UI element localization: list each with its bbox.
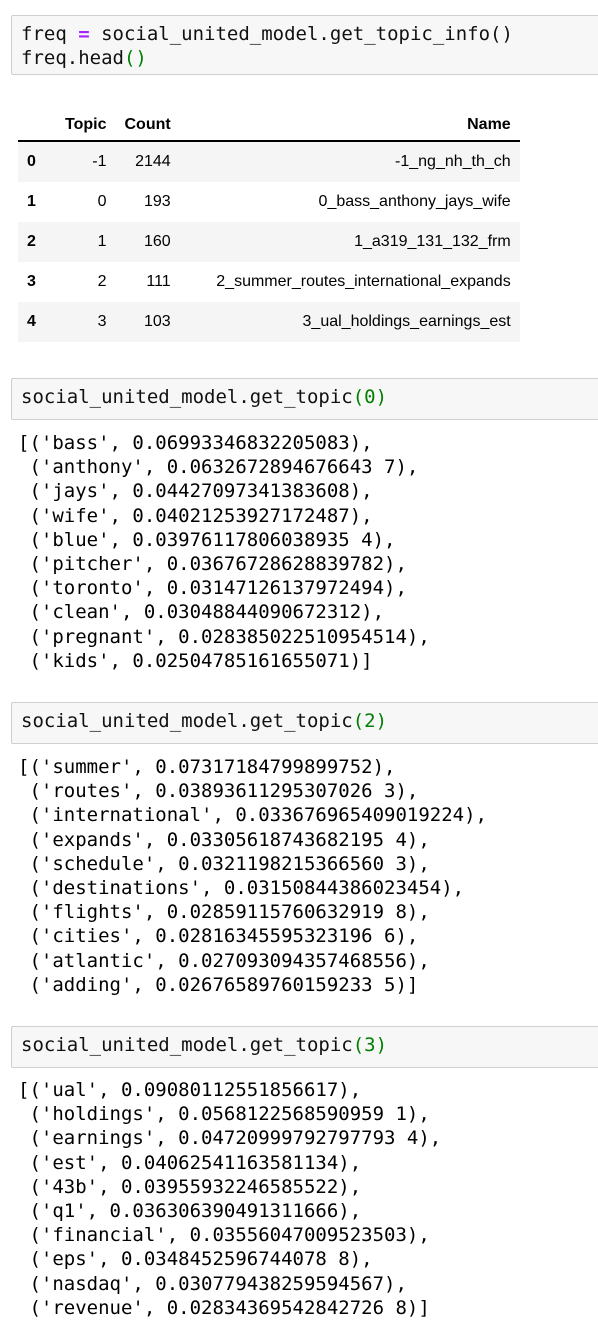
code-cell-topic-info[interactable]: freq = social_united_model.get_topic_inf…	[11, 15, 598, 75]
code-text: social_united_model.get_topic_info()	[89, 23, 513, 45]
table-cell: 103	[143, 313, 171, 330]
output-topic-0: [('bass', 0.06993346832205083), ('anthon…	[18, 432, 430, 672]
code-text: social_united_model.get_topic	[21, 710, 353, 732]
table-cell: -1_ng_nh_th_ch	[395, 153, 511, 170]
code-operator: =	[78, 23, 90, 45]
row-index: 0	[27, 153, 36, 170]
code-argument: (2)	[352, 710, 388, 732]
table-row: 3 2 111 2_summer_routes_international_ex…	[18, 262, 520, 302]
table-cell: 3	[97, 313, 107, 330]
column-header: Topic	[56, 116, 116, 142]
table-cell: 1_a319_131_132_frm	[354, 233, 511, 250]
code-cell-get-topic-2[interactable]: social_united_model.get_topic(2)	[11, 702, 598, 744]
column-header: Count	[115, 116, 180, 142]
table-cell: 1	[97, 233, 107, 250]
table-cell: 2144	[135, 153, 171, 170]
code-argument: (0)	[352, 386, 388, 408]
table-cell: 111	[146, 273, 171, 290]
table-row: 2 1 160 1_a319_131_132_frm	[18, 222, 520, 262]
table-cell: 2_summer_routes_international_expands	[216, 273, 511, 290]
code-text: social_united_model.get_topic	[21, 386, 353, 408]
table-cell: 160	[143, 233, 171, 250]
code-cell-get-topic-0[interactable]: social_united_model.get_topic(0)	[11, 378, 598, 420]
column-header	[18, 116, 56, 142]
table-cell: 0_bass_anthony_jays_wife	[318, 193, 511, 210]
table-cell: 2	[97, 273, 107, 290]
row-index: 2	[27, 233, 36, 250]
column-header: Name	[179, 116, 520, 142]
table-cell: 193	[143, 193, 171, 210]
code-text: freq	[21, 23, 79, 45]
table-cell: 3_ual_holdings_earnings_est	[302, 313, 511, 330]
code-text: social_united_model.get_topic	[21, 1034, 353, 1056]
code-paren: ()	[123, 47, 147, 69]
table-cell: -1	[92, 153, 107, 170]
code-cell-get-topic-3[interactable]: social_united_model.get_topic(3)	[11, 1026, 598, 1068]
row-index: 4	[27, 313, 36, 330]
output-topic-2: [('summer', 0.07317184799899752), ('rout…	[18, 756, 487, 996]
table-cell: 0	[97, 193, 107, 210]
table-row: 4 3 103 3_ual_holdings_earnings_est	[18, 302, 520, 342]
dataframe-output: Topic Count Name 0 -1 2144 -1_ng_nh_th_c…	[18, 116, 520, 342]
output-topic-3: [('ual', 0.09080112551856617), ('holding…	[18, 1079, 442, 1319]
table-row: 1 0 193 0_bass_anthony_jays_wife	[18, 182, 520, 222]
code-argument: (3)	[352, 1034, 388, 1056]
row-index: 1	[27, 193, 36, 210]
table-row: 0 -1 2144 -1_ng_nh_th_ch	[18, 141, 520, 182]
code-text: freq.head	[21, 47, 124, 69]
row-index: 3	[27, 273, 36, 290]
